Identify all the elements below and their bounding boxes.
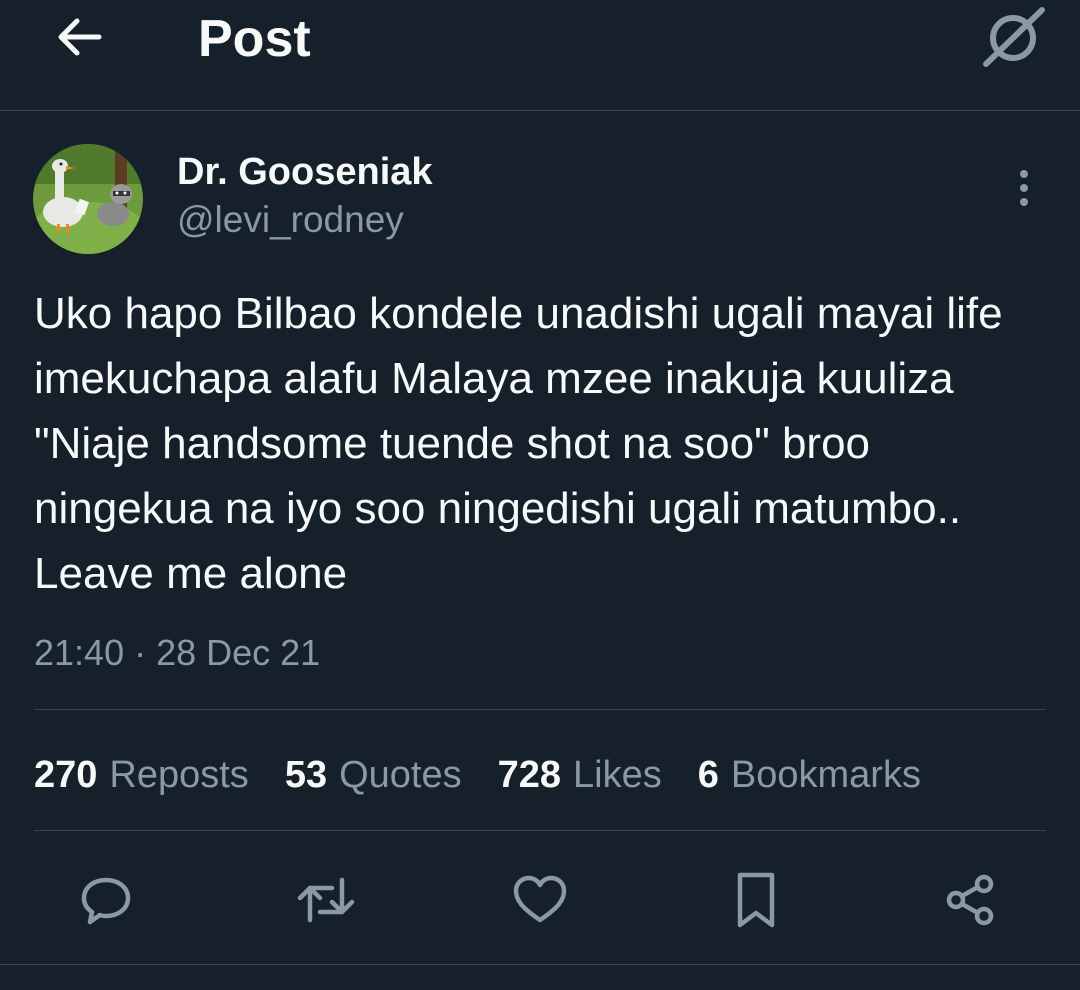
goose-cartoon-avatar <box>33 144 143 254</box>
tweet-timestamp[interactable]: 21:40 · 28 Dec 21 <box>34 630 320 676</box>
grok-icon <box>983 7 1045 67</box>
stat-likes[interactable]: 728 Likes <box>498 750 662 800</box>
bookmark-button[interactable] <box>726 870 786 930</box>
engagement-stats: 270 Reposts 53 Quotes 728 Likes 6 Bookma… <box>34 750 921 800</box>
more-vertical-icon <box>1020 170 1028 206</box>
share-icon <box>946 874 994 926</box>
likes-count: 728 <box>497 754 562 796</box>
bookmarks-count: 6 <box>697 754 719 796</box>
author-handle[interactable]: @levi_rodney <box>177 198 404 242</box>
avatar[interactable] <box>33 144 143 254</box>
like-button[interactable] <box>510 870 570 930</box>
bookmarks-label: Bookmarks <box>730 754 921 796</box>
more-options-button[interactable] <box>1002 166 1046 210</box>
likes-label: Likes <box>573 754 662 796</box>
grok-button[interactable] <box>978 6 1048 68</box>
page-title: Post <box>198 10 311 68</box>
divider <box>34 830 1046 831</box>
repost-button[interactable] <box>296 870 356 930</box>
quotes-count: 53 <box>284 754 328 796</box>
share-button[interactable] <box>940 870 1000 930</box>
divider <box>0 964 1080 965</box>
stat-bookmarks[interactable]: 6 Bookmarks <box>698 750 921 800</box>
tweet-text: Uko hapo Bilbao kondele unadishi ugali m… <box>34 289 1003 598</box>
repost-icon <box>297 877 355 923</box>
reply-button[interactable] <box>76 870 136 930</box>
back-button[interactable] <box>48 12 108 62</box>
reply-icon <box>81 877 131 925</box>
stat-reposts[interactable]: 270 Reposts <box>34 750 249 800</box>
top-bar: Post <box>0 0 1080 111</box>
author-display-name[interactable]: Dr. Gooseniak <box>177 150 433 194</box>
heart-icon <box>513 875 567 923</box>
reposts-count: 270 <box>34 754 98 796</box>
action-bar <box>0 860 1080 940</box>
stat-quotes[interactable]: 53 Quotes <box>285 750 462 800</box>
reposts-label: Reposts <box>109 754 249 796</box>
quotes-label: Quotes <box>339 754 462 796</box>
divider <box>34 709 1046 710</box>
arrow-left-icon <box>58 18 102 56</box>
bookmark-icon <box>737 872 775 928</box>
